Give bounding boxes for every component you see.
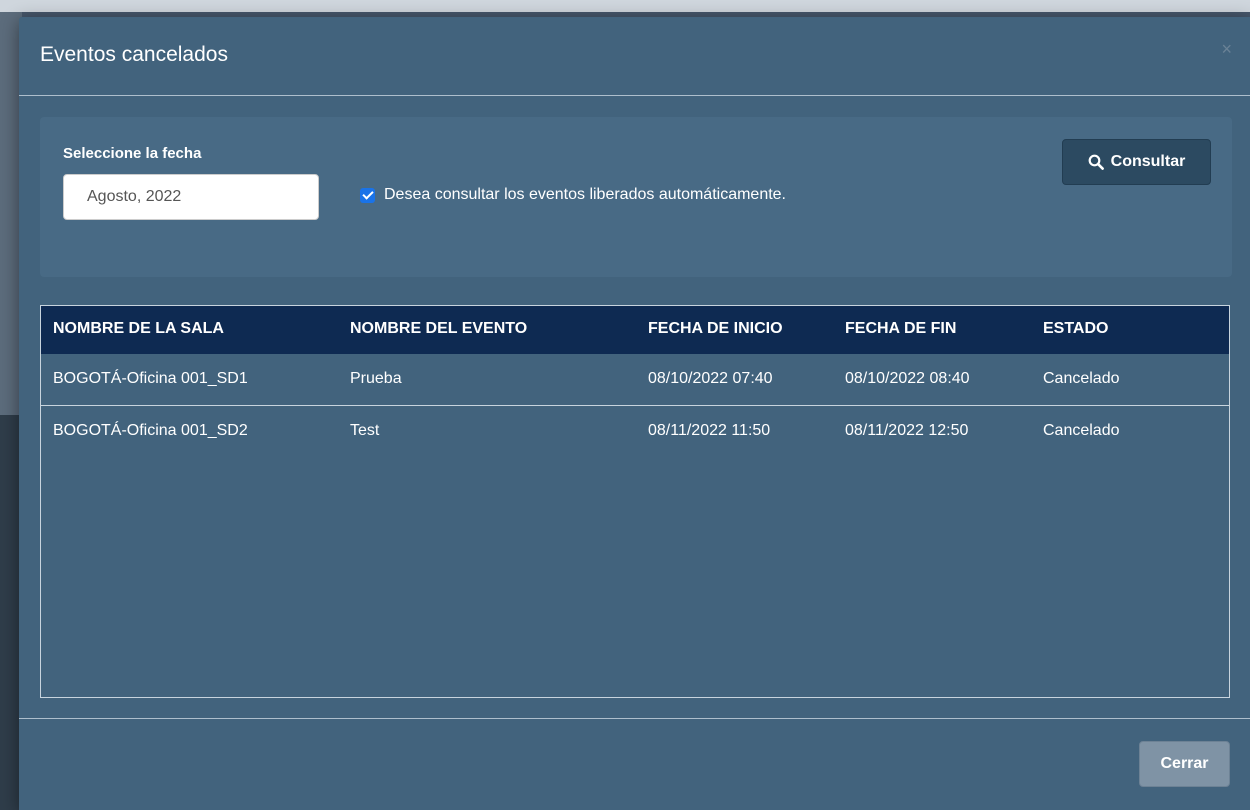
consult-button-label: Consultar: [1110, 153, 1186, 170]
cell-start: 08/11/2022 11:50: [648, 422, 771, 439]
cancelled-events-modal: Eventos cancelados × Seleccione la fecha…: [19, 17, 1250, 810]
table-row[interactable]: BOGOTÁ-Oficina 001_SD2 Test 08/11/2022 1…: [41, 406, 1229, 457]
cell-end: 08/11/2022 12:50: [845, 422, 969, 439]
cell-room: BOGOTÁ-Oficina 001_SD2: [53, 422, 248, 439]
cell-room: BOGOTÁ-Oficina 001_SD1: [53, 370, 248, 387]
cell-event: Prueba: [350, 370, 402, 387]
consult-button[interactable]: Consultar: [1062, 139, 1211, 185]
column-header-event: NOMBRE DEL EVENTO: [350, 320, 528, 337]
close-button[interactable]: Cerrar: [1139, 741, 1230, 787]
cell-start: 08/10/2022 07:40: [648, 370, 773, 387]
table-header: NOMBRE DE LA SALA NOMBRE DEL EVENTO FECH…: [41, 306, 1229, 354]
cell-status: Cancelado: [1043, 422, 1120, 439]
close-icon[interactable]: ×: [1221, 39, 1232, 60]
events-table: NOMBRE DE LA SALA NOMBRE DEL EVENTO FECH…: [40, 305, 1230, 698]
cell-status: Cancelado: [1043, 370, 1120, 387]
modal-title: Eventos cancelados: [40, 43, 228, 66]
auto-released-label: Desea consultar los eventos liberados au…: [384, 186, 786, 203]
filter-panel: Seleccione la fecha Desea consultar los …: [40, 117, 1232, 277]
table-row[interactable]: BOGOTÁ-Oficina 001_SD1 Prueba 08/10/2022…: [41, 354, 1229, 406]
search-icon: [1088, 154, 1104, 170]
column-header-end: FECHA DE FIN: [845, 320, 957, 337]
modal-header: Eventos cancelados ×: [19, 17, 1250, 96]
cell-end: 08/10/2022 08:40: [845, 370, 970, 387]
column-header-room: NOMBRE DE LA SALA: [53, 320, 224, 337]
auto-released-checkbox[interactable]: [360, 188, 375, 203]
footer-divider: [19, 718, 1250, 719]
date-input[interactable]: [63, 174, 319, 220]
date-label: Seleccione la fecha: [63, 145, 202, 162]
column-header-status: ESTADO: [1043, 320, 1109, 337]
background-top-strip: [0, 0, 1250, 12]
column-header-start: FECHA DE INICIO: [648, 320, 783, 337]
cell-event: Test: [350, 422, 380, 439]
